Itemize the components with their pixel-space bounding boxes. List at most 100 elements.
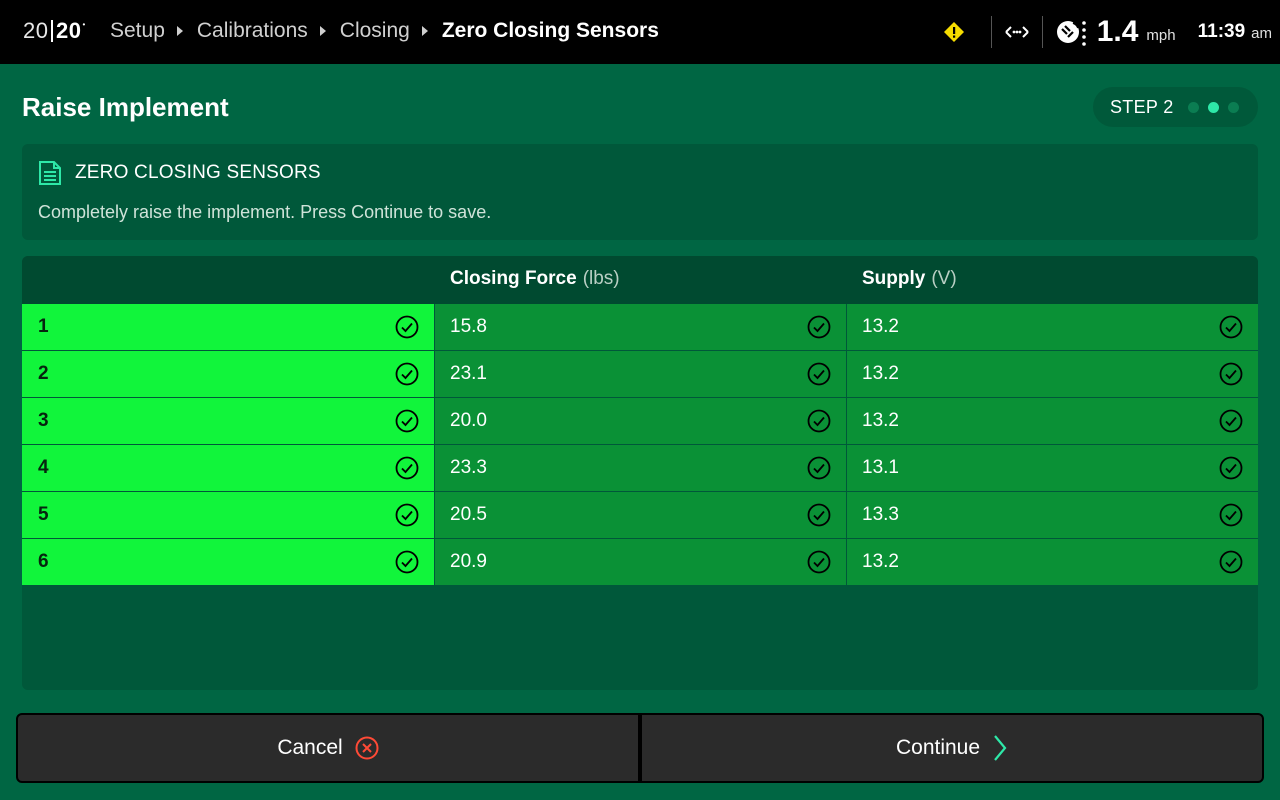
check-circle-icon: [395, 503, 419, 527]
check-circle-icon: [395, 550, 419, 574]
table-row[interactable]: 3 20.0 13.2: [22, 398, 1258, 445]
close-circle-icon: [355, 736, 379, 760]
table-row[interactable]: 1 15.8 13.2: [22, 304, 1258, 351]
status-area: 1.4 mph 11:39 am: [943, 0, 1272, 64]
instructions-card: [22, 144, 1258, 240]
check-circle-icon: [395, 456, 419, 480]
cancel-button[interactable]: Cancel: [16, 713, 640, 783]
chevron-right-icon: [994, 735, 1007, 761]
chevron-right-icon: [421, 26, 428, 36]
closing-force-cell: 20.0: [435, 398, 846, 444]
gps-satellite-icon[interactable]: [1055, 17, 1091, 47]
clock-time: 11:39: [1197, 21, 1246, 42]
step-dot: [1227, 101, 1239, 113]
logo-left-digits: 20: [23, 18, 49, 43]
step-dot: [1187, 101, 1199, 113]
row-number-cell: 3: [22, 398, 434, 444]
supply-cell: 13.2: [847, 398, 1258, 444]
column-unit: (V): [931, 268, 957, 289]
check-circle-icon: [1219, 315, 1243, 339]
supply-cell-value: 13.2: [862, 551, 899, 572]
table-header: Closing Force (lbs) Supply (V): [22, 256, 1258, 304]
chevron-right-icon: [176, 26, 183, 36]
closing-force-cell: 15.8: [435, 304, 846, 350]
instructions-text: Completely raise the implement. Press Co…: [38, 202, 492, 222]
table-row[interactable]: 4 23.3 13.1: [22, 445, 1258, 492]
column-name: Closing Force: [450, 268, 577, 289]
table-row[interactable]: 2 23.1 13.2: [22, 351, 1258, 398]
column-header-supply: Supply (V): [862, 268, 957, 290]
closing-force-cell-value: 15.8: [450, 316, 487, 337]
row-number-cell: 6: [22, 539, 434, 585]
breadcrumb-closing[interactable]: Closing: [340, 19, 410, 43]
supply-cell: 13.2: [847, 539, 1258, 585]
row-number-cell-value: 6: [38, 551, 49, 572]
row-number-cell-value: 3: [38, 410, 49, 431]
continue-button[interactable]: Continue: [640, 713, 1264, 783]
step-dot-active: [1207, 101, 1219, 113]
closing-force-cell-value: 23.3: [450, 457, 487, 478]
supply-cell-value: 13.2: [862, 316, 899, 337]
page-title: Raise Implement: [22, 92, 229, 122]
closing-force-cell: 23.3: [435, 445, 846, 491]
logo-mark: •: [82, 19, 86, 29]
check-circle-icon: [807, 550, 831, 574]
check-circle-icon: [395, 315, 419, 339]
speed-unit: mph: [1146, 26, 1176, 44]
check-circle-icon: [1219, 550, 1243, 574]
status-divider: [1041, 16, 1043, 48]
row-number-cell-value: 5: [38, 504, 49, 525]
network-arrows-icon[interactable]: [1004, 25, 1030, 39]
check-circle-icon: [1219, 409, 1243, 433]
closing-force-cell-value: 20.9: [450, 551, 487, 572]
logo-divider: [51, 20, 53, 42]
status-divider: [990, 16, 992, 48]
supply-cell: 13.2: [847, 304, 1258, 350]
check-circle-icon: [807, 503, 831, 527]
step-dots: [1187, 101, 1239, 113]
row-number-cell-value: 4: [38, 457, 49, 478]
supply-cell: 13.3: [847, 492, 1258, 538]
closing-force-cell: 20.5: [435, 492, 846, 538]
row-number-cell: 5: [22, 492, 434, 538]
row-number-cell: 4: [22, 445, 434, 491]
instructions-heading: ZERO CLOSING SENSORS: [75, 162, 321, 183]
document-icon: [39, 161, 61, 185]
breadcrumb-setup[interactable]: Setup: [110, 19, 165, 43]
supply-cell-value: 13.3: [862, 504, 899, 525]
check-circle-icon: [395, 362, 419, 386]
row-number-cell: 2: [22, 351, 434, 397]
step-indicator: STEP 2: [1093, 87, 1258, 127]
breadcrumb-current: Zero Closing Sensors: [441, 19, 659, 42]
cancel-label: Cancel: [277, 736, 343, 759]
continue-label: Continue: [895, 736, 981, 759]
check-circle-icon: [807, 362, 831, 386]
check-circle-icon: [1219, 362, 1243, 386]
breadcrumb-calibrations[interactable]: Calibrations: [197, 19, 308, 43]
check-circle-icon: [395, 409, 419, 433]
check-circle-icon: [807, 409, 831, 433]
brand-logo[interactable]: 20 20 •: [23, 18, 86, 44]
speed-value: 1.4: [1096, 15, 1139, 48]
closing-force-cell: 20.9: [435, 539, 846, 585]
check-circle-icon: [1219, 456, 1243, 480]
warning-diamond-icon[interactable]: [943, 21, 965, 43]
clock-ampm: am: [1251, 25, 1272, 42]
supply-cell-value: 13.2: [862, 363, 899, 384]
supply-cell-value: 13.1: [862, 457, 899, 478]
sensor-table: Closing Force (lbs) Supply (V) 1 15.8 13.2 2 2…: [22, 256, 1258, 690]
closing-force-cell-value: 20.0: [450, 410, 487, 431]
closing-force-cell-value: 23.1: [450, 363, 487, 384]
supply-cell: 13.2: [847, 351, 1258, 397]
table-row[interactable]: 6 20.9 13.2: [22, 539, 1258, 586]
supply-cell-value: 13.2: [862, 410, 899, 431]
supply-cell: 13.1: [847, 445, 1258, 491]
check-circle-icon: [1219, 503, 1243, 527]
check-circle-icon: [807, 456, 831, 480]
top-bar: 20 20 • Setup Calibrations Closing Zero …: [0, 0, 1280, 64]
table-row[interactable]: 5 20.5 13.3: [22, 492, 1258, 539]
row-number-cell-value: 1: [38, 316, 49, 337]
closing-force-cell-value: 20.5: [450, 504, 487, 525]
chevron-right-icon: [319, 26, 326, 36]
logo-right-digits: 20: [55, 18, 82, 43]
